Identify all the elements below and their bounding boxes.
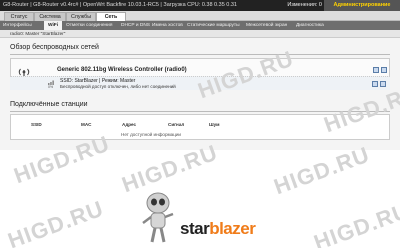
subtab-firewall[interactable]: Межсетевой экран xyxy=(246,21,287,30)
controller-name: Generic 802.11bg Wireless Controller (ra… xyxy=(57,67,187,73)
column-ssid: SSID xyxy=(31,122,42,127)
admin-link[interactable]: Администрирование xyxy=(324,0,400,11)
network-subtabs: Интерфейсы WiFi Отметки соединения DHCP … xyxy=(0,21,400,30)
tab-status[interactable]: Статус xyxy=(4,12,34,21)
top-status-bar: G8-Router | G8-Router v0.4rc# | OpenWrt … xyxy=(0,0,400,11)
robot-mascot-icon xyxy=(142,192,174,243)
subtab-dhcp-dns[interactable]: DHCP и DNS xyxy=(121,21,150,30)
delete-network-icon[interactable] xyxy=(380,81,386,87)
system-title: G8-Router | G8-Router v0.4rc# | OpenWrt … xyxy=(3,2,237,8)
stations-title: Подключённые станции xyxy=(10,101,88,108)
subtab-connection-marks[interactable]: Отметки соединения xyxy=(66,21,112,30)
edit-network-icon[interactable] xyxy=(372,81,378,87)
main-tabs: Статус Система Службы Сеть xyxy=(0,11,400,21)
subtab-interfaces[interactable]: Интерфейсы xyxy=(3,21,32,30)
column-address: Адрес xyxy=(122,122,137,127)
column-signal: Сигнал xyxy=(168,122,185,127)
logo-part-blazer: blazer xyxy=(209,219,256,238)
changes-link[interactable]: Изменения: 0 xyxy=(287,0,322,11)
tab-services[interactable]: Службы xyxy=(66,12,96,21)
wireless-status-line: Беспроводной доступ отключен, либо нет с… xyxy=(60,84,176,89)
subtab-static-routes[interactable]: Статические маршруты xyxy=(187,21,240,30)
column-mac: MAC xyxy=(81,122,92,127)
starblazer-logo: starblazer xyxy=(180,219,256,239)
column-noise: Шум xyxy=(209,122,220,127)
radio-subtabs: radio0: Master "StarBlazer" xyxy=(0,30,400,38)
subtab-diagnostics[interactable]: Диагностика xyxy=(296,21,324,30)
scan-icon[interactable] xyxy=(373,67,379,73)
no-data-message: Нет доступной информации xyxy=(121,132,181,137)
signal-percent: 0% xyxy=(48,85,54,89)
add-network-icon[interactable] xyxy=(381,67,387,73)
subtab-radio0[interactable]: radio0: Master "StarBlazer" xyxy=(10,30,65,38)
logo-part-star: star xyxy=(180,219,210,238)
subtab-wifi[interactable]: WiFi xyxy=(44,21,62,30)
section-divider xyxy=(10,54,390,55)
wireless-overview-title: Обзор беспроводных сетей xyxy=(10,44,99,51)
subtab-hostnames[interactable]: Имена хостов xyxy=(152,21,183,30)
tab-system[interactable]: Система xyxy=(34,12,66,21)
tab-network[interactable]: Сеть xyxy=(96,12,126,21)
